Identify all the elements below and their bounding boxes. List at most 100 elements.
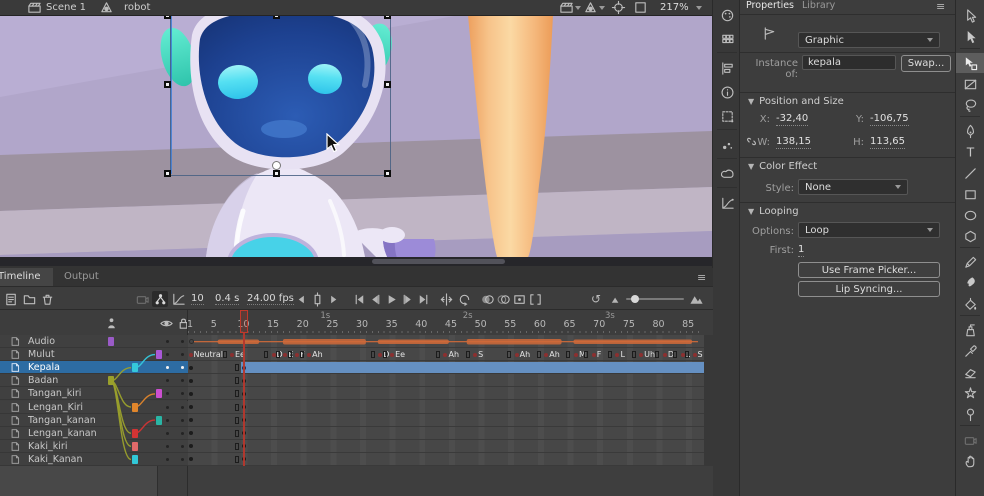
tab-library[interactable]: Library [802, 0, 835, 11]
tab-output[interactable]: Output [52, 268, 111, 286]
swatches-panel-icon[interactable] [713, 28, 741, 50]
hand-tool[interactable] [956, 451, 984, 471]
zoom-level[interactable]: 217% [660, 2, 689, 13]
current-frame-value[interactable]: 10 [191, 293, 204, 305]
step-back-button[interactable] [293, 291, 309, 307]
text-tool[interactable]: T [956, 142, 984, 162]
stage-canvas[interactable] [0, 15, 712, 257]
go-last-frame-button[interactable] [415, 291, 431, 307]
polystar-tool[interactable] [956, 226, 984, 246]
color-panel-icon[interactable] [713, 4, 741, 26]
style-dropdown[interactable]: None [798, 179, 908, 195]
reset-timeline-zoom-button[interactable]: ↺ [588, 291, 604, 307]
layer-parenting-button[interactable] [152, 291, 168, 307]
brushes-panel-icon[interactable] [713, 134, 741, 156]
tab-timeline[interactable]: Timeline [0, 268, 53, 286]
scene-icon[interactable] [26, 0, 42, 15]
instance-name-input[interactable] [802, 55, 896, 70]
next-frame-button[interactable] [399, 291, 415, 307]
use-frame-picker-button[interactable]: Use Frame Picker... [798, 262, 940, 278]
frame-rate-value[interactable]: 24.00 fps [247, 293, 294, 305]
position-size-section-header[interactable]: ▼Position and Size [748, 96, 844, 107]
frame-grid[interactable] [188, 335, 704, 466]
color-effect-section-header[interactable]: ▼Color Effect [748, 161, 817, 172]
go-first-frame-button[interactable] [351, 291, 367, 307]
handle-bottom-left[interactable] [164, 170, 171, 177]
handle-mid-left[interactable] [164, 81, 171, 88]
gradient-transform-tool[interactable] [956, 74, 984, 94]
play-button[interactable] [383, 291, 399, 307]
delete-layer-button[interactable] [39, 291, 55, 307]
canvas-h-scrollbar[interactable] [0, 257, 712, 266]
camera-tool[interactable] [956, 430, 984, 450]
handle-bottom-center[interactable] [273, 170, 280, 177]
swap-button[interactable]: Swap... [901, 55, 951, 72]
free-transform-tool[interactable] [956, 53, 984, 73]
eyedropper-tool[interactable] [956, 341, 984, 361]
brush-tool[interactable] [956, 273, 984, 293]
visibility-column-icon[interactable] [159, 316, 174, 331]
modify-markers-button[interactable] [527, 291, 543, 307]
new-folder-button[interactable] [21, 291, 37, 307]
add-camera-button[interactable] [134, 291, 150, 307]
timeline-zoom-out-icon[interactable] [608, 291, 624, 307]
loop-playback-button[interactable] [456, 291, 472, 307]
clip-content-button[interactable] [632, 0, 648, 15]
edit-symbol-button[interactable] [582, 0, 598, 15]
prev-frame-button[interactable] [367, 291, 383, 307]
center-frame-button[interactable] [438, 291, 454, 307]
layer-depth-button[interactable] [170, 291, 186, 307]
align-panel-icon[interactable] [713, 57, 741, 79]
line-tool[interactable] [956, 163, 984, 183]
timeline-menu-icon[interactable]: ≡ [697, 271, 706, 284]
puppet-pin-tool[interactable] [956, 404, 984, 424]
selection-bounding-box[interactable] [170, 15, 391, 176]
motion-editor-panel-icon[interactable] [713, 192, 741, 214]
w-value[interactable]: 138,15 [776, 136, 811, 149]
transform-panel-icon[interactable] [713, 105, 741, 127]
timeline-zoom-in-icon[interactable] [688, 291, 704, 307]
elapsed-time-value[interactable]: 0.4 s [215, 293, 239, 305]
lock-column-icon[interactable] [176, 316, 191, 331]
edit-multiple-frames-button[interactable] [511, 291, 527, 307]
eraser-tool[interactable] [956, 362, 984, 382]
scene-breadcrumb[interactable]: Scene 1 [46, 2, 86, 13]
lip-syncing-button[interactable]: Lip Syncing... [798, 281, 940, 297]
timeline-zoom-knob[interactable] [631, 295, 639, 303]
looping-section-header[interactable]: ▼Looping [748, 206, 799, 217]
zoom-caret[interactable] [696, 6, 702, 10]
onion-skin-button[interactable] [479, 291, 495, 307]
symbol-breadcrumb[interactable]: robot [124, 2, 150, 13]
info-panel-icon[interactable] [713, 81, 741, 103]
transform-point[interactable] [272, 161, 281, 170]
loop-dropdown[interactable]: Loop [798, 222, 940, 238]
subselection-tool[interactable] [956, 27, 984, 47]
center-stage-button[interactable] [610, 0, 626, 15]
tool-group-separator [960, 116, 980, 117]
new-layer-button[interactable] [3, 291, 19, 307]
h-value[interactable]: 113,65 [870, 136, 905, 149]
onion-skin-outlines-button[interactable] [495, 291, 511, 307]
creative-cloud-panel-icon[interactable] [713, 163, 741, 185]
pen-tool[interactable] [956, 121, 984, 141]
rectangle-tool[interactable] [956, 184, 984, 204]
y-value[interactable]: -106,75 [870, 113, 909, 126]
paint-bucket-tool[interactable] [956, 294, 984, 314]
properties-menu-icon[interactable]: ≡ [936, 0, 945, 13]
ink-bottle-tool[interactable] [956, 320, 984, 340]
x-value[interactable]: -32,40 [776, 113, 808, 126]
selection-tool[interactable] [956, 6, 984, 26]
asset-warp-tool[interactable] [956, 383, 984, 403]
first-frame-value[interactable]: 1 [798, 244, 804, 257]
handle-bottom-right[interactable] [384, 170, 391, 177]
symbol-type-dropdown[interactable]: Graphic [798, 32, 940, 48]
handle-mid-right[interactable] [384, 81, 391, 88]
canvas-h-scroll-thumb[interactable] [372, 259, 505, 264]
edit-scene-button[interactable] [558, 0, 574, 15]
tab-properties[interactable]: Properties [746, 0, 794, 11]
step-forward-button[interactable] [325, 291, 341, 307]
lasso-tool[interactable] [956, 95, 984, 115]
playhead-button[interactable] [309, 291, 325, 307]
pencil-tool[interactable] [956, 252, 984, 272]
oval-tool[interactable] [956, 205, 984, 225]
